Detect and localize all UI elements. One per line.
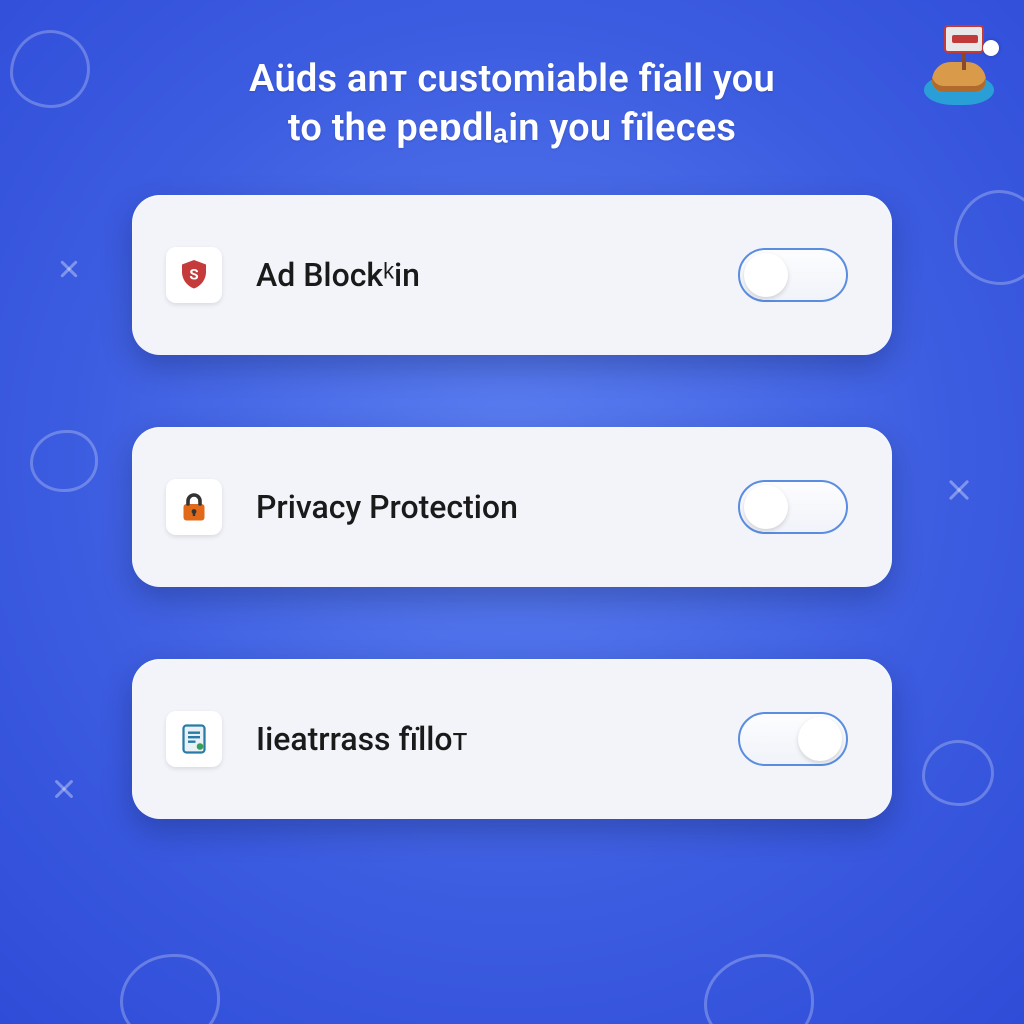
toggle-tracker-filter[interactable] bbox=[738, 712, 848, 766]
page-title: Aüds anᴛ customiable fïall you to the pe… bbox=[0, 55, 1024, 154]
feature-card-tracker-filter: Iieatrrass fïlloᴛ bbox=[132, 659, 892, 819]
feature-label: Ad Blockᵏin bbox=[256, 256, 738, 294]
feature-card-privacy-protection: Privacy Protection bbox=[132, 427, 892, 587]
document-icon bbox=[166, 711, 222, 767]
feature-card-ad-blocking: S Ad Blockᵏin bbox=[132, 195, 892, 355]
feature-list: S Ad Blockᵏin Privacy Protection bbox=[0, 195, 1024, 819]
shield-icon: S bbox=[166, 247, 222, 303]
page-title-line1: Aüds anᴛ customiable fïall you bbox=[249, 57, 775, 101]
page-title-line2: to the peɒdlₐin you fïleces bbox=[288, 106, 736, 150]
feature-label: Privacy Protection bbox=[256, 488, 738, 526]
toggle-knob bbox=[798, 717, 842, 761]
lock-icon bbox=[166, 479, 222, 535]
toggle-ad-blocking[interactable] bbox=[738, 248, 848, 302]
feature-label: Iieatrrass fïlloᴛ bbox=[256, 720, 738, 758]
toggle-knob bbox=[744, 485, 788, 529]
svg-text:S: S bbox=[189, 266, 198, 284]
bg-doodle bbox=[120, 954, 220, 1024]
toggle-knob bbox=[744, 253, 788, 297]
toggle-privacy-protection[interactable] bbox=[738, 480, 848, 534]
bg-doodle bbox=[704, 954, 814, 1024]
